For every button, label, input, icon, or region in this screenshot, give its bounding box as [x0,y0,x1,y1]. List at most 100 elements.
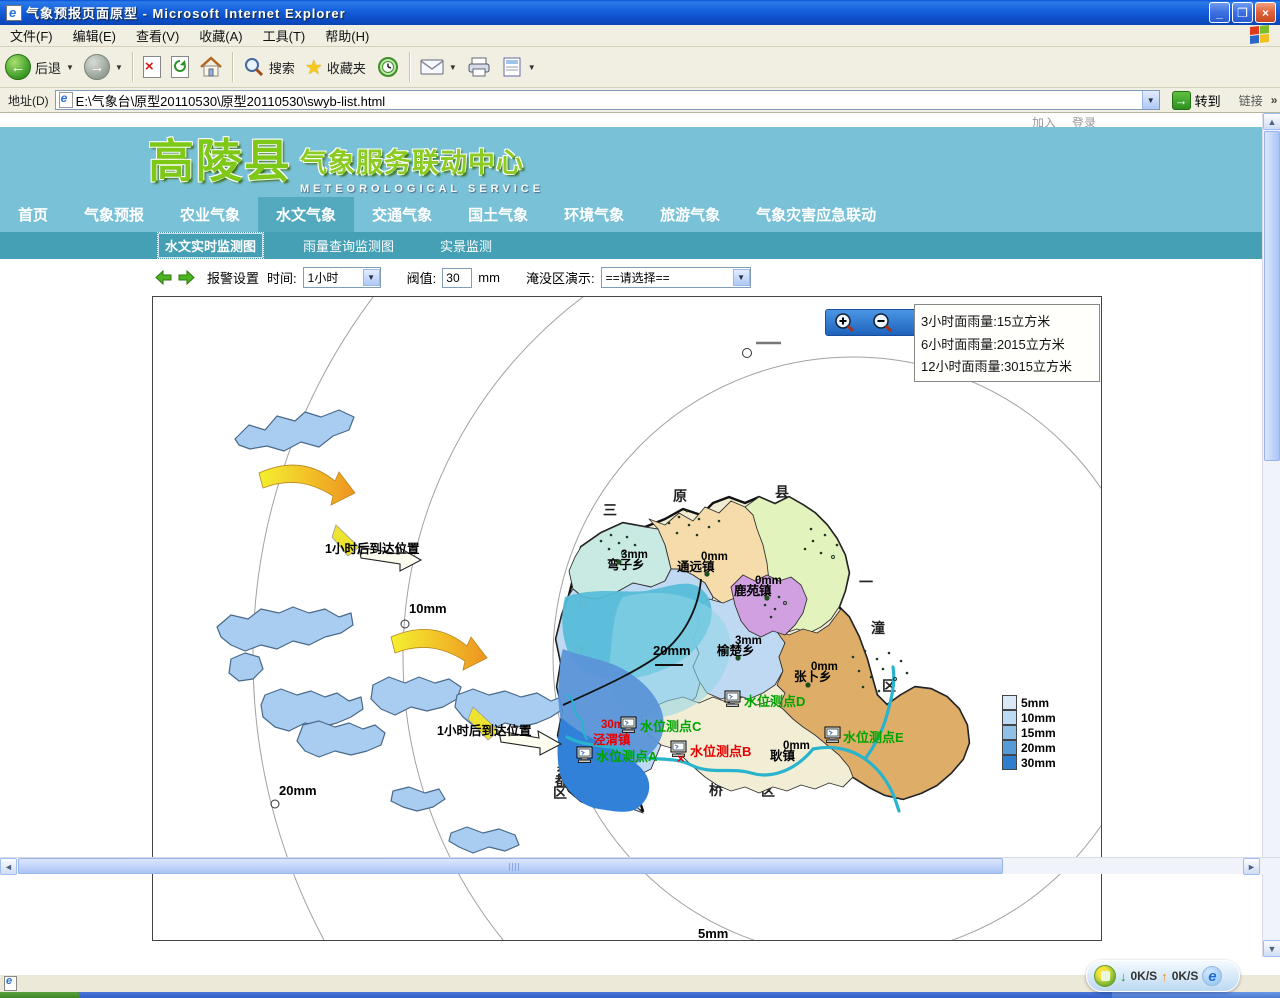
search-button[interactable]: 搜索 [238,49,300,85]
favorites-button[interactable]: ★ 收藏夹 [300,49,371,85]
browser-viewport: 加入 登录 高陵县 气象服务联动中心 METEOROLOGICAL SERVIC… [0,113,1280,957]
svg-text:20mm: 20mm [653,643,691,658]
print-icon [467,56,491,78]
tab-weather-forecast[interactable]: 气象预报 [66,197,162,232]
menu-tools[interactable]: 工具(T) [253,24,316,47]
svg-text:一: 一 [859,574,873,590]
scroll-left-button[interactable]: ◄ [0,858,17,875]
history-button[interactable] [371,49,405,85]
scroll-right-button[interactable]: ► [1243,858,1260,875]
threshold-unit: mm [478,270,500,285]
select-arrow-icon: ▼ [363,269,380,286]
station-A[interactable]: 水位测点A [577,747,658,764]
tab-traffic[interactable]: 交通气象 [354,197,450,232]
vertical-scroll-thumb[interactable] [1264,131,1280,461]
edit-button[interactable]: ▼ [496,49,541,85]
tab-disaster-emergency[interactable]: 气象灾害应急联动 [738,197,894,232]
horizontal-scrollbar[interactable]: ◄ ► [0,857,1280,874]
tab-environment[interactable]: 环境气象 [546,197,642,232]
menu-edit[interactable]: 编辑(E) [63,24,126,47]
alarm-settings-label: 报警设置 [207,268,259,287]
tab-tourism[interactable]: 旅游气象 [642,197,738,232]
address-input[interactable] [76,92,1142,108]
menu-view[interactable]: 查看(V) [126,24,189,47]
threshold-input[interactable] [442,268,472,288]
close-button[interactable]: × [1255,2,1276,23]
network-speed-widget: ↓ 0K/S ↑ 0K/S e [1086,960,1240,992]
station-label: 水位测点C [640,719,702,734]
svg-text:3mm: 3mm [735,635,762,647]
next-arrow-button[interactable] [178,270,195,285]
svg-text:0mm: 0mm [783,740,810,752]
legend-item: 5mm [1002,695,1056,710]
stop-icon: × [143,56,161,78]
rainfall-3h: 3小时面雨量:15立方米 [921,311,1093,330]
zoom-in-icon[interactable] [834,312,856,334]
zoom-out-icon[interactable] [872,312,894,334]
svg-text:潼: 潼 [871,620,885,636]
scroll-down-button[interactable]: ▼ [1263,940,1280,957]
account-links: 加入 登录 [0,113,1262,127]
stop-button[interactable]: × [138,49,166,85]
station-D[interactable]: 水位测点D [725,691,805,709]
station-label: 水位测点E [843,730,904,745]
address-field[interactable]: e ▼ [55,90,1160,110]
menu-bar: 文件(F) 编辑(E) 查看(V) 收藏(A) 工具(T) 帮助(H) [0,25,1280,47]
address-dropdown-button[interactable]: ▼ [1142,91,1159,109]
menu-favorites[interactable]: 收藏(A) [189,24,252,47]
print-button[interactable] [462,49,496,85]
site-logo: 高陵县 气象服务联动中心 METEOROLOGICAL SERVICE [148,135,544,195]
edit-page-icon [501,56,523,78]
svg-text:区: 区 [553,785,567,801]
station-label: 水位测点D [744,694,805,709]
svg-text:10mm: 10mm [409,601,447,616]
rainfall-6h: 6小时面雨量:2015立方米 [921,334,1093,353]
hydrology-map[interactable]: 10mm 20mm 5mm [152,296,1102,941]
tab-agriculture[interactable]: 农业气象 [162,197,258,232]
go-button[interactable]: → 转到 [1168,90,1225,111]
system-tray[interactable] [1112,992,1280,998]
tab-home[interactable]: 首页 [0,197,66,232]
ie-app-icon: e [6,5,22,21]
home-button[interactable] [194,49,228,85]
threshold-label: 阀值: [407,268,437,287]
subtab-live-view[interactable]: 实景监测 [434,234,498,257]
taskbar[interactable] [0,992,1280,998]
legend-item: 15mm [1002,725,1056,740]
mail-button[interactable]: ▼ [415,49,462,85]
subtab-rain-query[interactable]: 雨量查询监测图 [297,234,400,257]
station-label: 水位测点A [596,749,658,764]
tab-hydrology[interactable]: 水文气象 [258,197,354,232]
flood-demo-select[interactable]: ==请选择== ▼ [601,267,751,288]
horizontal-scroll-thumb[interactable] [18,858,1003,874]
forward-button[interactable]: → ▼ [79,49,128,85]
station-E[interactable]: 水位测点E [825,727,904,745]
refresh-button[interactable] [166,49,194,85]
vertical-scrollbar[interactable]: ▲ ▼ [1262,113,1280,957]
prev-arrow-button[interactable] [155,270,172,285]
restore-button[interactable]: ❐ [1232,2,1253,23]
links-area[interactable]: 链接 » [1239,92,1278,109]
back-button[interactable]: ← 后退 ▼ [0,49,79,85]
svg-text:3mm: 3mm [621,549,648,561]
download-speed: 0K/S [1131,969,1158,983]
360-safety-icon[interactable] [1094,965,1116,987]
menu-help[interactable]: 帮助(H) [315,24,379,47]
svg-text:0mm: 0mm [755,575,782,587]
site-header: 高陵县 气象服务联动中心 METEOROLOGICAL SERVICE 首页 气… [0,127,1262,232]
ie-launcher-icon[interactable]: e [1202,966,1222,986]
time-select[interactable]: 1小时 ▼ [303,267,381,288]
rainfall-info-box: 3小时面雨量:15立方米 6小时面雨量:2015立方米 12小时面雨量:3015… [914,304,1100,382]
station-C[interactable]: 水位测点C [621,717,702,734]
svg-text:原: 原 [673,488,687,504]
title-bar[interactable]: e 气象预报页面原型 - Microsoft Internet Explorer… [0,0,1280,25]
minimize-button[interactable]: _ [1209,2,1230,23]
tab-land[interactable]: 国土气象 [450,197,546,232]
links-chevron-icon: » [1271,93,1278,107]
menu-file[interactable]: 文件(F) [0,24,63,47]
svg-text:0mm: 0mm [701,551,728,563]
subtab-realtime-monitor[interactable]: 水文实时监测图 [158,233,263,258]
scroll-up-button[interactable]: ▲ [1263,113,1280,130]
start-button[interactable] [0,992,80,998]
svg-text:20mm: 20mm [279,783,317,798]
